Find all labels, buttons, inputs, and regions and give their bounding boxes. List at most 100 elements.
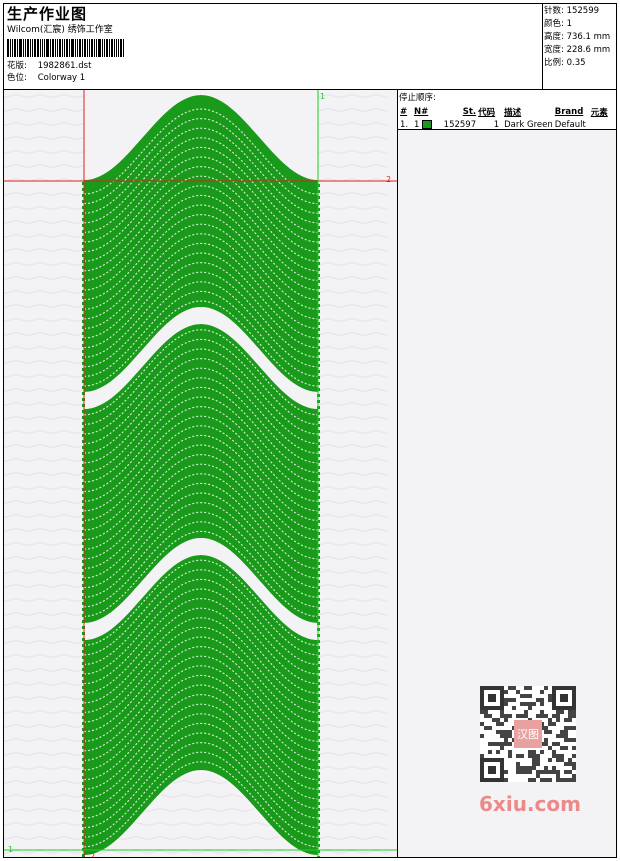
qr-module	[524, 702, 528, 706]
qr-module	[528, 706, 532, 710]
qr-module	[532, 702, 536, 706]
qr-module	[520, 754, 524, 758]
worksheet-header: 生产作业图 Wilcom(汇宸) 绣饰工作室 花版: 1982861.dst 色…	[4, 4, 616, 90]
qr-module	[508, 750, 512, 754]
qr-module	[540, 690, 544, 694]
spec-value: 1	[566, 19, 572, 29]
barcode-bar	[71, 39, 74, 57]
spec-value: 152599	[566, 6, 600, 16]
qr-module	[544, 730, 548, 734]
barcode-bar	[30, 39, 31, 57]
row-index: 1.	[400, 119, 409, 130]
qr-module	[560, 754, 564, 758]
barcode-bar	[14, 39, 16, 57]
qr-module	[568, 714, 572, 718]
qr-module	[484, 714, 488, 718]
spec-width: 宽度: 228.6 mm	[544, 44, 616, 57]
qr-module	[556, 742, 560, 746]
qr-module	[524, 686, 528, 690]
qr-module	[532, 754, 536, 758]
qr-finder-core	[488, 694, 496, 702]
qr-module	[500, 710, 504, 714]
spec-label: 颜色:	[544, 19, 564, 29]
barcode-bar	[44, 39, 45, 57]
qr-module	[504, 714, 508, 718]
spec-label: 比例:	[544, 58, 564, 68]
colorway-value: Colorway 1	[37, 73, 86, 83]
qr-module	[504, 690, 508, 694]
qr-module	[568, 718, 572, 722]
qr-module	[544, 726, 548, 730]
design-file-line: 花版: 1982861.dst	[7, 60, 537, 72]
marker-mid-right: 2	[386, 175, 392, 184]
qr-module	[520, 694, 524, 698]
qr-module	[528, 702, 532, 706]
spec-list: 针数: 152599 颜色: 1 高度: 736.1 mm 宽度: 228.6 …	[542, 4, 616, 90]
barcode-bar	[17, 39, 18, 57]
qr-module	[572, 762, 576, 766]
qr-module	[480, 710, 484, 714]
row-needle-value: 1	[414, 119, 420, 130]
barcode-bar	[106, 39, 108, 57]
qr-module	[572, 766, 576, 770]
qr-code: 汉图	[480, 686, 576, 782]
qr-module	[560, 746, 564, 750]
barcode-bar	[120, 39, 122, 57]
qr-module	[556, 774, 560, 778]
barcode-bar	[104, 39, 105, 57]
qr-module	[540, 770, 544, 774]
qr-module	[500, 742, 504, 746]
qr-module	[564, 746, 568, 750]
qr-module	[560, 778, 564, 782]
qr-module	[540, 702, 544, 706]
qr-module	[524, 694, 528, 698]
qr-module	[532, 758, 536, 762]
qr-module	[572, 778, 576, 782]
qr-module	[564, 738, 568, 742]
qr-module	[548, 730, 552, 734]
qr-module	[508, 698, 512, 702]
row-code: 1	[493, 119, 500, 130]
barcode-bar	[42, 39, 43, 57]
qr-module	[512, 706, 516, 710]
qr-module	[512, 686, 516, 690]
qr-module	[528, 778, 532, 782]
barcode-bar	[25, 39, 26, 57]
qr-module	[516, 766, 520, 770]
qr-module	[496, 742, 500, 746]
background-texture-line	[4, 821, 389, 827]
qr-module	[504, 730, 508, 734]
barcode-bar	[96, 39, 97, 57]
col-stitches: St.	[462, 106, 477, 117]
spec-label: 宽度:	[544, 45, 564, 55]
barcode-bar	[82, 39, 83, 57]
qr-module	[536, 714, 540, 718]
col-brand: Brand	[554, 106, 584, 117]
barcode-bar	[46, 39, 49, 57]
qr-module	[548, 758, 552, 762]
qr-module	[560, 758, 564, 762]
qr-module	[568, 758, 572, 762]
qr-module	[504, 770, 508, 774]
qr-module	[548, 698, 552, 702]
qr-module	[568, 778, 572, 782]
spec-colors: 颜色: 1	[544, 18, 616, 31]
qr-module	[568, 770, 572, 774]
barcode-bar	[37, 39, 39, 57]
qr-module	[496, 730, 500, 734]
qr-module	[528, 686, 532, 690]
qr-module	[548, 778, 552, 782]
qr-module	[568, 726, 572, 730]
studio-name: Wilcom(汇宸) 绣饰工作室	[7, 25, 113, 35]
barcode-bar	[84, 39, 86, 57]
qr-module	[556, 710, 560, 714]
colorway-label: 色位:	[7, 73, 27, 83]
qr-module	[524, 766, 528, 770]
qr-module	[480, 734, 484, 738]
spec-value: 228.6 mm	[566, 45, 611, 55]
qr-module	[480, 754, 484, 758]
qr-module	[504, 738, 508, 742]
qr-module	[572, 710, 576, 714]
qr-module	[508, 734, 512, 738]
stop-sequence-header: 停止顺序: # N# St. 代码 描述 Brand 元素 1. 1 15259…	[398, 90, 616, 130]
